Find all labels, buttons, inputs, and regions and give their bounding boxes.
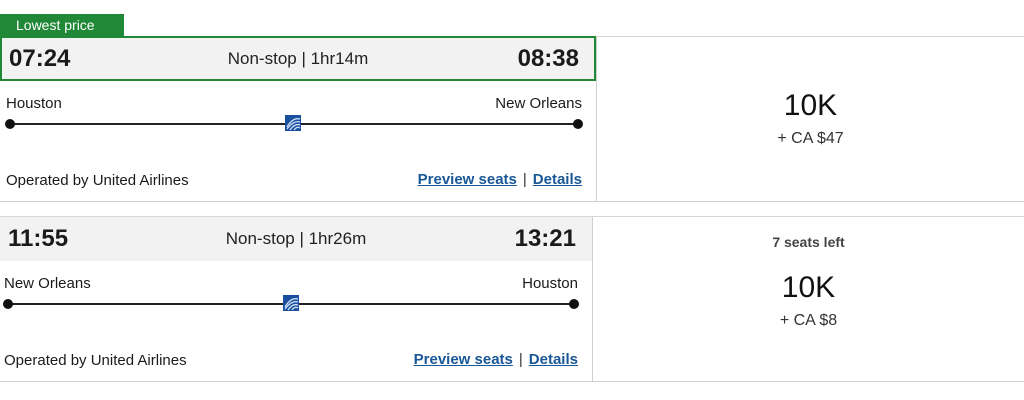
- flight-card[interactable]: 07:24 Non-stop | 1hr14m 08:38 Houston Ne…: [0, 36, 1024, 202]
- preview-seats-link[interactable]: Preview seats: [418, 171, 517, 188]
- fare-cell[interactable]: 10K + CA $47: [597, 37, 1024, 201]
- time-bar: 07:24 Non-stop | 1hr14m 08:38: [0, 36, 596, 81]
- link-separator: |: [518, 351, 523, 368]
- fare-cell[interactable]: 7 seats left 10K + CA $8: [593, 217, 1024, 381]
- seats-left: 7 seats left: [772, 234, 845, 250]
- arrival-time: 13:21: [514, 225, 576, 252]
- united-globe-icon: [285, 115, 301, 131]
- origin-city: Houston: [6, 95, 62, 112]
- route-line: [3, 295, 579, 311]
- details-link[interactable]: Details: [533, 171, 582, 188]
- lowest-price-badge: Lowest price: [0, 14, 124, 36]
- preview-seats-link[interactable]: Preview seats: [414, 351, 513, 368]
- route-line: [5, 115, 583, 131]
- duration: Non-stop | 1hr26m: [225, 229, 367, 248]
- destination-dot-icon: [569, 299, 579, 309]
- price-cash: + CA $8: [779, 312, 838, 329]
- destination-city: New Orleans: [495, 95, 582, 112]
- time-bar: 11:55 Non-stop | 1hr26m 13:21: [0, 217, 592, 261]
- flight-links: Preview seats | Details: [418, 171, 582, 188]
- flight-details: 11:55 Non-stop | 1hr26m 13:21 New Orlean…: [0, 217, 593, 381]
- price-miles: 10K: [783, 89, 838, 122]
- origin-dot-icon: [3, 299, 13, 309]
- details-link[interactable]: Details: [529, 351, 578, 368]
- arrival-time: 08:38: [517, 45, 579, 72]
- price-miles: 10K: [781, 271, 836, 304]
- operated-by: Operated by United Airlines: [6, 172, 189, 189]
- origin-dot-icon: [5, 119, 15, 129]
- destination-dot-icon: [573, 119, 583, 129]
- flight-details: 07:24 Non-stop | 1hr14m 08:38 Houston Ne…: [0, 36, 597, 201]
- origin-city: New Orleans: [4, 275, 91, 292]
- price-cash: + CA $47: [777, 130, 844, 147]
- link-separator: |: [522, 171, 527, 188]
- operated-by: Operated by United Airlines: [4, 352, 187, 369]
- flight-links: Preview seats | Details: [414, 351, 578, 368]
- duration: Non-stop | 1hr14m: [227, 49, 369, 68]
- united-globe-icon: [283, 295, 299, 311]
- flight-card[interactable]: 11:55 Non-stop | 1hr26m 13:21 New Orlean…: [0, 216, 1024, 382]
- destination-city: Houston: [522, 275, 578, 292]
